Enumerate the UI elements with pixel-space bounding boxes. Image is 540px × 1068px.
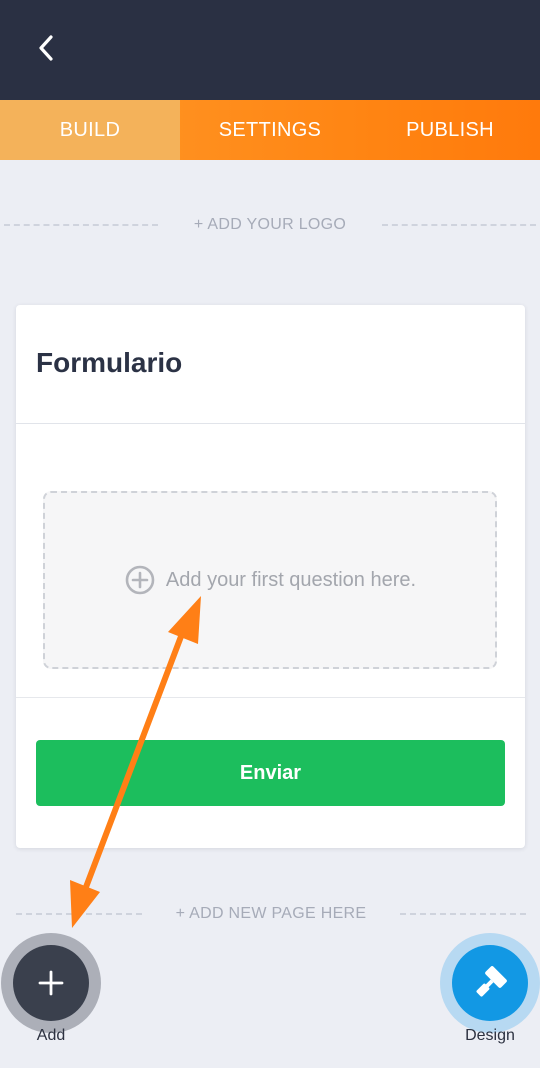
divider — [382, 224, 536, 226]
divider — [16, 913, 142, 915]
add-question-dropzone[interactable]: Add your first question here. — [43, 491, 497, 669]
design-fab-circle — [452, 945, 528, 1021]
divider — [16, 697, 525, 698]
add-question-content: Add your first question here. — [124, 564, 416, 596]
plus-icon — [38, 970, 64, 996]
add-page-row: + ADD NEW PAGE HERE — [0, 897, 540, 931]
divider — [4, 224, 158, 226]
form-title[interactable]: Formulario — [36, 347, 182, 379]
add-element-button[interactable] — [1, 933, 101, 1033]
design-label: Design — [465, 1027, 515, 1044]
tab-publish[interactable]: PUBLISH — [360, 100, 540, 160]
chevron-left-icon — [39, 35, 53, 61]
top-app-bar — [0, 0, 540, 100]
form-card: Formulario Add your first question here.… — [16, 305, 525, 848]
divider — [400, 913, 526, 915]
plus-circle-icon — [125, 565, 155, 595]
tab-settings[interactable]: SETTINGS — [180, 100, 360, 160]
back-button[interactable] — [28, 30, 64, 66]
add-question-text: Add your first question here. — [165, 568, 417, 591]
tab-build[interactable]: BUILD — [0, 100, 180, 160]
design-button[interactable] — [440, 933, 540, 1033]
add-label: Add — [36, 1027, 66, 1044]
logo-row: + ADD YOUR LOGO — [0, 205, 540, 245]
paint-roller-icon — [476, 966, 507, 997]
builder-tabs: BUILD SETTINGS PUBLISH — [0, 100, 540, 160]
add-new-page-link[interactable]: + ADD NEW PAGE HERE — [176, 905, 367, 923]
submit-button[interactable]: Enviar — [36, 740, 505, 806]
divider — [16, 423, 525, 424]
add-logo-link[interactable]: + ADD YOUR LOGO — [194, 216, 346, 234]
add-fab-circle — [13, 945, 89, 1021]
